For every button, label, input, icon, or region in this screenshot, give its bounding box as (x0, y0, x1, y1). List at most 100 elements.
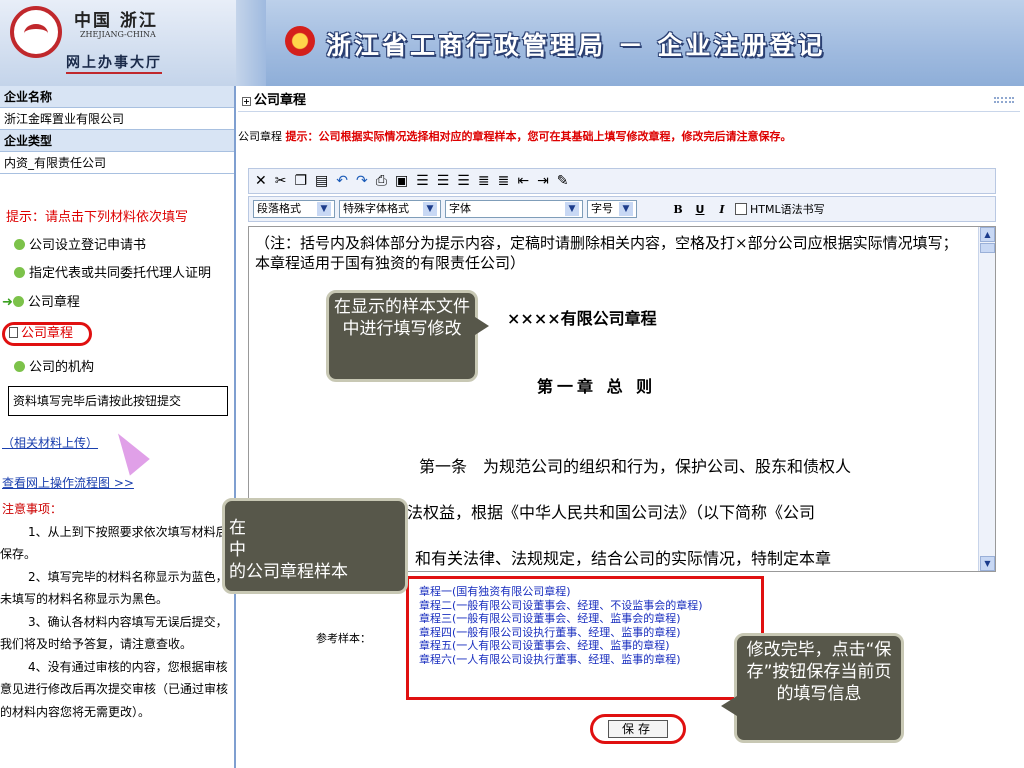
sample-link[interactable]: 章程二(一般有限公司设董事会、经理、不设监事会的章程) (419, 599, 751, 613)
callout-sample-text: 在 中 的公司章程样本 (229, 517, 348, 583)
ordered-list-icon[interactable]: ≣ (478, 173, 490, 189)
callout-sample: 在 中 的公司章程样本 (222, 498, 408, 594)
checkbox[interactable] (735, 203, 747, 215)
bullet-icon (14, 267, 25, 278)
chapter-title: 第一章 总 则 (537, 377, 657, 396)
scroll-down-icon[interactable]: ▼ (980, 556, 995, 571)
logo-hall: 网上办事大厅 (66, 52, 162, 74)
select-value: 段落格式 (257, 202, 301, 215)
sidebar-item-articles[interactable]: ➜ 公司章程 (2, 291, 80, 310)
sidebar-item-label: 指定代表或共同委托代理人证明 (29, 266, 212, 281)
italic-button[interactable]: I (713, 203, 731, 216)
save-icon[interactable]: ▣ (395, 173, 408, 189)
callout-save: 修改完毕，点击“保存”按钮保存当前页的填写信息 (721, 633, 904, 743)
note-item: 1、从上到下按照要求依次填写材料后保存。 (0, 524, 228, 562)
company-type-value: 内资_有限责任公司 (0, 152, 234, 174)
select-value: 字号 (591, 202, 613, 215)
submit-button[interactable]: 资料填写完毕后请按此按钮提交 (8, 386, 228, 416)
document-title: ××××有限公司章程 (507, 309, 657, 328)
note-item: 3、确认各材料内容填写无误后提交，我们将及时给予答复，请注意查收。 (0, 614, 228, 652)
sidebar-item-articles-selected[interactable]: 公司章程 (2, 322, 92, 346)
sidebar-item-label: 公司章程 (27, 295, 80, 310)
save-button[interactable]: 保存 (608, 720, 668, 738)
notes: 注意事项： 1、从上到下按照要求依次填写材料后保存。 2、填写完毕的材料名称显示… (0, 498, 234, 723)
sample-link[interactable]: 章程四(一般有限公司设执行董事、经理、监事的章程) (419, 626, 751, 640)
paste-text-icon[interactable]: ▤ (315, 173, 328, 189)
zhejiang-logo-icon (10, 6, 62, 58)
select-value: 特殊字体格式 (343, 202, 409, 215)
site-logo[interactable]: 中国 浙江 ZHEJIANG-CHINA 网上办事大厅 (0, 0, 236, 86)
sidebar-item-application[interactable]: 公司设立登记申请书 (14, 234, 146, 253)
print-icon[interactable]: ⎙ (376, 173, 387, 189)
callout-line: 中 (229, 540, 246, 560)
logo-subtitle: ZHEJIANG-CHINA (80, 30, 156, 39)
sidebar-item-agent-proof[interactable]: 指定代表或共同委托代理人证明 (14, 262, 211, 281)
grip-icon (994, 97, 1014, 103)
note-item: 4、没有通过审核的内容，您根据审核意见进行修改后再次提交审核（已通过审核的材料内… (0, 659, 229, 719)
panel-title: + 公司章程 (238, 90, 1020, 112)
special-font-select[interactable]: 特殊字体格式 ▼ (339, 200, 441, 218)
bullet-icon (14, 361, 25, 372)
collapse-icon[interactable]: + (242, 97, 251, 106)
sidebar-item-label: 公司章程 (21, 326, 74, 341)
redo-icon[interactable]: ↷ (356, 173, 368, 189)
company-type-label: 企业类型 (0, 130, 234, 152)
editor-scrollbar[interactable]: ▲ ▼ (978, 227, 995, 571)
mouse-cursor-icon (104, 428, 150, 476)
html-mode-toggle[interactable]: HTML语法书写 (735, 201, 825, 217)
format-toolbar: 段落格式 ▼ 特殊字体格式 ▼ 字体 ▼ 字号 ▼ B U I HTML语法书写 (248, 196, 996, 222)
panel-title-text: 公司章程 (254, 93, 307, 108)
align-right-icon[interactable]: ☰ (457, 173, 470, 189)
article-line: 法》）和有关法律、法规规定，结合公司的实际情况，特制定本章 (375, 549, 832, 568)
underline-button[interactable]: U (691, 203, 709, 216)
font-size-select[interactable]: 字号 ▼ (587, 200, 637, 218)
paste-icon[interactable]: ❐ (294, 173, 307, 189)
logo-title: 中国 浙江 (74, 11, 158, 31)
undo-icon[interactable]: ↶ (336, 173, 348, 189)
paragraph-select[interactable]: 段落格式 ▼ (253, 200, 335, 218)
indent-icon[interactable]: ⇥ (537, 173, 549, 189)
scroll-thumb[interactable] (980, 243, 995, 253)
arrow-right-icon: ➜ (2, 295, 13, 310)
html-mode-label: HTML语法书写 (750, 203, 825, 216)
company-name-label: 企业名称 (0, 86, 234, 108)
sidebar-item-label: 公司的机构 (29, 360, 95, 375)
chevron-down-icon: ▼ (423, 202, 437, 216)
sample-link[interactable]: 章程一(国有独资有限公司章程) (419, 585, 751, 599)
clear-format-icon[interactable]: ✎ (557, 173, 569, 189)
chevron-down-icon: ▼ (619, 202, 633, 216)
callout-line: 在 (229, 518, 246, 538)
page-banner: 浙江省工商行政管理局 － 企业注册登记 (326, 31, 826, 60)
sidebar-item-organization[interactable]: 公司的机构 (14, 356, 94, 375)
note-item: 2、填写完毕的材料名称显示为蓝色，未填写的材料名称显示为黑色。 (0, 569, 228, 607)
sample-label: 参考样本： (316, 632, 371, 645)
cut-icon[interactable]: ✕ (255, 173, 267, 189)
main-panel: + 公司章程 公司章程 提示：公司根据实际情况选择相对应的章程样本，您可在其基础上… (236, 86, 1024, 768)
outdent-icon[interactable]: ⇤ (517, 173, 529, 189)
sidebar-tip: 提示：请点击下列材料依次填写 (6, 210, 189, 225)
unordered-list-icon[interactable]: ≣ (498, 173, 510, 189)
copy-icon[interactable]: ✂ (275, 173, 287, 189)
flow-chart-link[interactable]: 查看网上操作流程图 >> (2, 474, 134, 491)
chevron-down-icon: ▼ (565, 202, 579, 216)
align-center-icon[interactable]: ☰ (437, 173, 450, 189)
bullet-icon (14, 239, 25, 250)
sample-link[interactable]: 章程三(一般有限公司设董事会、经理、监事会的章程) (419, 612, 751, 626)
page-hint: 公司章程 提示：公司根据实际情况选择相对应的章程样本，您可在其基础上填写修改章程… (238, 128, 792, 144)
sidebar: 企业名称 浙江金晖置业有限公司 企业类型 内资_有限责任公司 提示：请点击下列材… (0, 86, 236, 768)
sidebar-item-label: 公司设立登记申请书 (29, 238, 147, 253)
bullet-icon (12, 296, 24, 307)
article-line: 的合法权益，根据《中华人民共和国公司法》（以下简称《公司 (375, 503, 816, 522)
sample-list: 章程一(国有独资有限公司章程) 章程二(一般有限公司设董事会、经理、不设监事会的… (406, 576, 764, 700)
emblem-icon (285, 26, 315, 56)
sample-link[interactable]: 章程五(一人有限公司设董事会、经理、监事的章程) (419, 639, 751, 653)
sample-link[interactable]: 章程六(一人有限公司设执行董事、经理、监事的章程) (419, 653, 751, 667)
bold-button[interactable]: B (669, 203, 687, 216)
editor-note: （注：括号内及斜体部分为提示内容，定稿时请删除相关内容，空格及打×部分公司应根据… (255, 234, 958, 272)
article-line: 第一条 为规范公司的组织和行为，保护公司、股东和债权人 (419, 457, 852, 476)
scroll-up-icon[interactable]: ▲ (980, 227, 995, 242)
company-name-value: 浙江金晖置业有限公司 (0, 108, 234, 130)
font-select[interactable]: 字体 ▼ (445, 200, 583, 218)
related-upload-link[interactable]: （相关材料上传） (2, 434, 98, 451)
align-left-icon[interactable]: ☰ (416, 173, 429, 189)
